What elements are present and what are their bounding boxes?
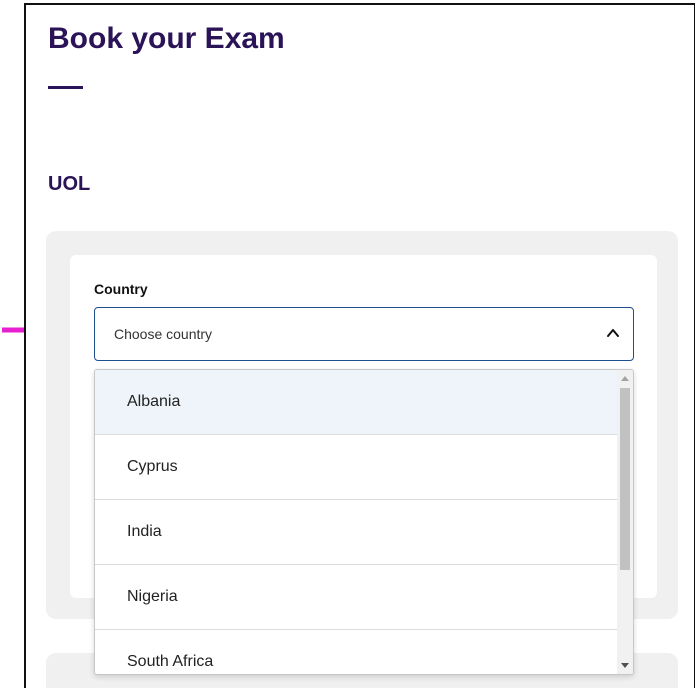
option-india[interactable]: India <box>95 500 617 565</box>
option-nigeria[interactable]: Nigeria <box>95 565 617 630</box>
country-option-list: Albania Cyprus India Nigeria South Afric… <box>95 370 617 674</box>
scroll-thumb[interactable] <box>620 388 630 570</box>
option-cyprus[interactable]: Cyprus <box>95 435 617 500</box>
page-title: Book your Exam <box>48 22 285 55</box>
scroll-up-icon[interactable] <box>621 376 629 381</box>
section-title: UOL <box>48 173 91 195</box>
page-frame: Book your Exam UOL Country Choose countr… <box>24 3 695 688</box>
country-dropdown: Albania Cyprus India Nigeria South Afric… <box>94 369 634 675</box>
chevron-up-icon[interactable] <box>605 325 621 341</box>
dropdown-scrollbar[interactable] <box>617 370 633 674</box>
option-albania[interactable]: Albania <box>95 370 617 435</box>
scroll-down-icon[interactable] <box>621 663 629 668</box>
option-south-africa[interactable]: South Africa <box>95 630 617 674</box>
title-underline <box>48 86 83 89</box>
country-select[interactable]: Choose country <box>94 307 634 361</box>
country-select-placeholder: Choose country <box>114 326 213 342</box>
country-label: Country <box>94 281 148 297</box>
